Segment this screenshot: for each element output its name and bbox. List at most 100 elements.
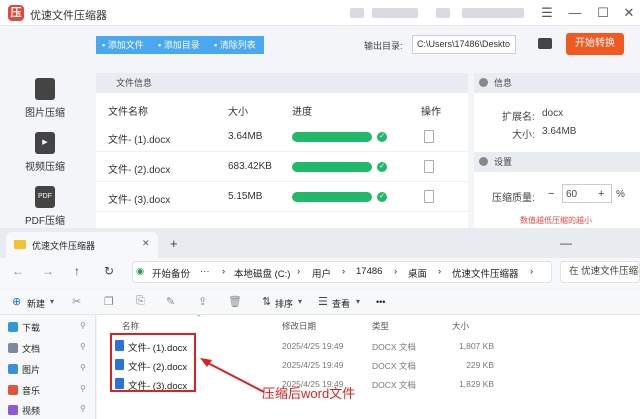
chevron-down-icon: ▾ bbox=[356, 297, 361, 306]
folder-icon bbox=[14, 240, 26, 249]
nav-documents[interactable]: 文档 bbox=[22, 342, 40, 355]
close-icon[interactable]: ✕ bbox=[620, 4, 638, 22]
maximize-icon[interactable]: ☐ bbox=[594, 4, 612, 22]
file-size: 3.64MB bbox=[228, 131, 263, 142]
file-name: 文件- (2).docx bbox=[108, 165, 171, 176]
minimize-icon[interactable]: — bbox=[560, 236, 572, 250]
chevron-right-icon: › bbox=[530, 266, 534, 277]
chevron-down-icon: ▾ bbox=[50, 297, 55, 306]
nav-music[interactable]: 音乐 bbox=[22, 384, 40, 397]
breadcrumb-user[interactable]: 17486 bbox=[356, 266, 382, 277]
nav-pictures[interactable]: 图片 bbox=[22, 363, 40, 376]
share-icon[interactable]: ⇪ bbox=[198, 295, 207, 308]
search-input[interactable]: 在 优速文件压缩器 bbox=[560, 261, 640, 283]
info-header: 信息 bbox=[474, 73, 640, 93]
nav-pdf-compress[interactable]: PDF PDF压缩 bbox=[0, 180, 90, 232]
folder-icon[interactable] bbox=[538, 38, 552, 49]
more-button[interactable]: ••• bbox=[376, 297, 385, 307]
breadcrumb-desktop[interactable]: 桌面 bbox=[408, 266, 427, 280]
breadcrumb-c-drive[interactable]: 本地磁盘 (C:) bbox=[234, 266, 290, 280]
size-label: 大小: bbox=[512, 130, 535, 141]
add-file-button[interactable]: ▪ 添加文件 bbox=[96, 36, 152, 54]
file-row[interactable]: 文件- (1).docx 3.64MB ✓ bbox=[96, 123, 468, 152]
chevron-right-icon: › bbox=[394, 266, 398, 277]
forward-icon[interactable]: → bbox=[42, 264, 54, 278]
start-convert-button[interactable]: 开始转换 bbox=[566, 33, 624, 55]
col-name[interactable]: 名称 bbox=[122, 320, 139, 332]
output-dir-label: 输出目录: bbox=[364, 41, 403, 51]
rename-icon[interactable]: ✎ bbox=[166, 295, 175, 308]
up-icon[interactable]: ↑ bbox=[74, 264, 80, 278]
annotation-label: 压缩后word文件 bbox=[262, 386, 356, 401]
output-dir-field[interactable]: C:\Users\17486\Deskto bbox=[412, 35, 516, 54]
tab-close-icon[interactable]: ✕ bbox=[142, 238, 150, 249]
gear-icon bbox=[479, 157, 488, 166]
delete-icon[interactable]: 🗑 bbox=[228, 295, 242, 308]
progress-bar bbox=[292, 162, 372, 172]
breadcrumb-more[interactable]: ··· bbox=[200, 266, 210, 277]
nav-video-compress[interactable]: ▶ 视频压缩 bbox=[0, 126, 90, 178]
col-size[interactable]: 大小 bbox=[452, 320, 469, 332]
blurred-text bbox=[372, 8, 418, 18]
nav-videos[interactable]: 视频 bbox=[22, 404, 40, 417]
chevron-right-icon: › bbox=[438, 266, 442, 277]
video-icon: ▶ bbox=[35, 132, 55, 154]
image-icon bbox=[35, 78, 55, 100]
size-value: 3.64MB bbox=[542, 126, 577, 137]
document-icon bbox=[8, 343, 18, 353]
file-size: 1,807 KB bbox=[459, 341, 494, 351]
col-progress: 进度 bbox=[292, 107, 312, 118]
breadcrumb-folder[interactable]: 优速文件压缩器 bbox=[452, 266, 519, 280]
minus-button[interactable]: − bbox=[548, 188, 554, 200]
chevron-right-icon: › bbox=[297, 266, 301, 277]
chevron-down-icon: ▾ bbox=[298, 297, 303, 306]
quality-input[interactable]: 60 bbox=[566, 189, 577, 200]
col-type[interactable]: 类型 bbox=[372, 320, 389, 332]
nav-image-compress[interactable]: 图片压缩 bbox=[0, 72, 90, 124]
trash-icon[interactable] bbox=[424, 190, 434, 203]
file-row[interactable]: 文件- (2).docx 683.42KB ✓ bbox=[96, 153, 468, 182]
plus-button[interactable]: + bbox=[598, 188, 604, 200]
cut-icon[interactable]: ✂ bbox=[72, 295, 81, 308]
file-date: 2025/4/25 19:49 bbox=[282, 360, 344, 370]
refresh-icon[interactable]: ↻ bbox=[104, 264, 114, 278]
settings-header: 设置 bbox=[474, 152, 640, 172]
copy-icon[interactable]: ❐ bbox=[104, 295, 114, 308]
file-date: 2025/4/25 19:49 bbox=[282, 341, 344, 351]
nav-label: 视频压缩 bbox=[25, 162, 65, 173]
view-button[interactable]: 查看 bbox=[332, 297, 350, 310]
highlight-box bbox=[110, 333, 196, 392]
trash-icon[interactable] bbox=[424, 130, 434, 143]
gear-icon bbox=[479, 78, 488, 87]
col-date[interactable]: 修改日期 bbox=[282, 320, 316, 332]
file-type: DOCX 文档 bbox=[372, 361, 416, 371]
file-name: 文件- (3).docx bbox=[108, 195, 171, 206]
add-dir-button[interactable]: ▪ 添加目录 bbox=[152, 36, 208, 54]
pdf-icon: PDF bbox=[35, 186, 55, 208]
clear-label: 清除列表 bbox=[219, 40, 256, 50]
info-panel bbox=[474, 73, 640, 228]
download-icon bbox=[8, 322, 18, 332]
tab-explorer[interactable]: 优速文件压缩器 ✕ bbox=[6, 232, 158, 258]
pin-icon: ⚲ bbox=[80, 404, 86, 413]
tab-title: 优速文件压缩器 bbox=[32, 241, 96, 251]
breadcrumb-users[interactable]: 用户 bbox=[312, 266, 331, 280]
paste-icon[interactable]: ⎘ bbox=[136, 295, 145, 308]
new-button[interactable]: 新建 bbox=[27, 297, 45, 310]
file-row[interactable]: 文件- (3).docx 5.15MB ✓ bbox=[96, 183, 468, 212]
trash-icon[interactable] bbox=[424, 160, 434, 173]
nav-downloads[interactable]: 下载 bbox=[22, 321, 40, 334]
clear-list-button[interactable]: ▪ 清除列表 bbox=[208, 36, 264, 54]
back-icon[interactable]: ← bbox=[12, 264, 24, 278]
new-tab-button[interactable]: + bbox=[170, 236, 178, 251]
sort-button[interactable]: 排序 bbox=[275, 297, 293, 310]
quality-hint: 数值越低压缩的越小 bbox=[520, 216, 592, 225]
file-size: 229 KB bbox=[466, 360, 494, 370]
ext-label: 扩展名: bbox=[502, 112, 535, 123]
minimize-icon[interactable]: — bbox=[566, 4, 584, 22]
progress-bar bbox=[292, 132, 372, 142]
breadcrumb-backup[interactable]: 开始备份 bbox=[152, 266, 190, 280]
file-type: DOCX 文档 bbox=[372, 380, 416, 390]
quality-unit: % bbox=[616, 189, 625, 200]
menu-icon[interactable]: ☰ bbox=[538, 4, 556, 22]
